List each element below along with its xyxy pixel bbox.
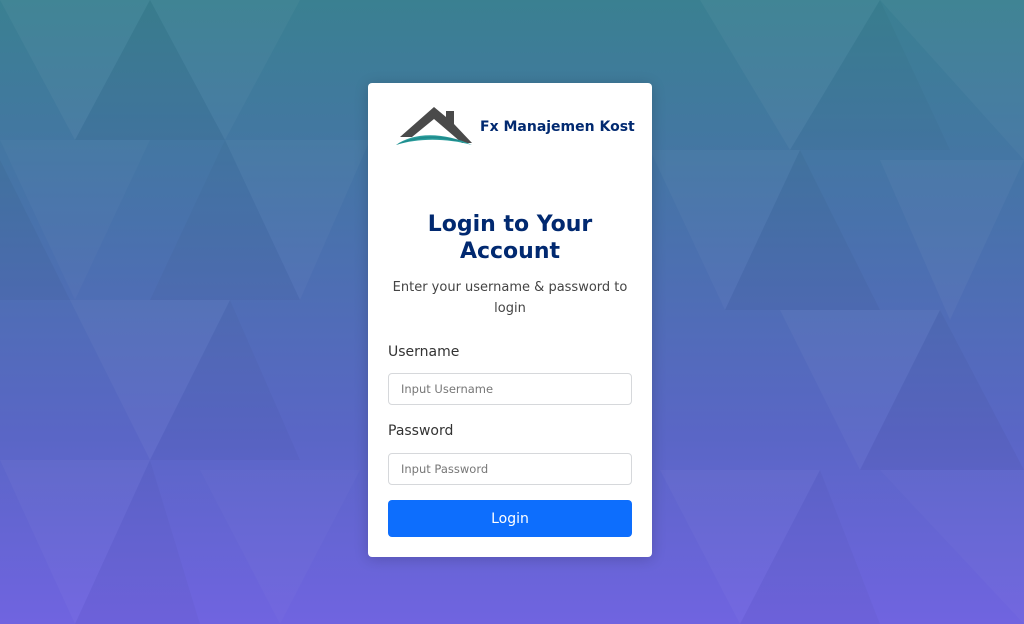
username-input[interactable] bbox=[388, 373, 632, 405]
brand[interactable]: Fx Manajemen Kost bbox=[394, 105, 635, 149]
username-label: Username bbox=[388, 344, 460, 360]
brand-name: Fx Manajemen Kost bbox=[480, 119, 635, 135]
house-roof-icon bbox=[396, 107, 472, 145]
page-title: Login to Your Account bbox=[427, 212, 593, 264]
login-card: Fx Manajemen Kost Login to Your Account … bbox=[368, 83, 652, 557]
password-label: Password bbox=[388, 423, 454, 439]
login-button[interactable]: Login bbox=[388, 500, 632, 537]
password-input[interactable] bbox=[388, 453, 632, 485]
page-subtitle: Enter your username & password to login bbox=[392, 280, 628, 316]
